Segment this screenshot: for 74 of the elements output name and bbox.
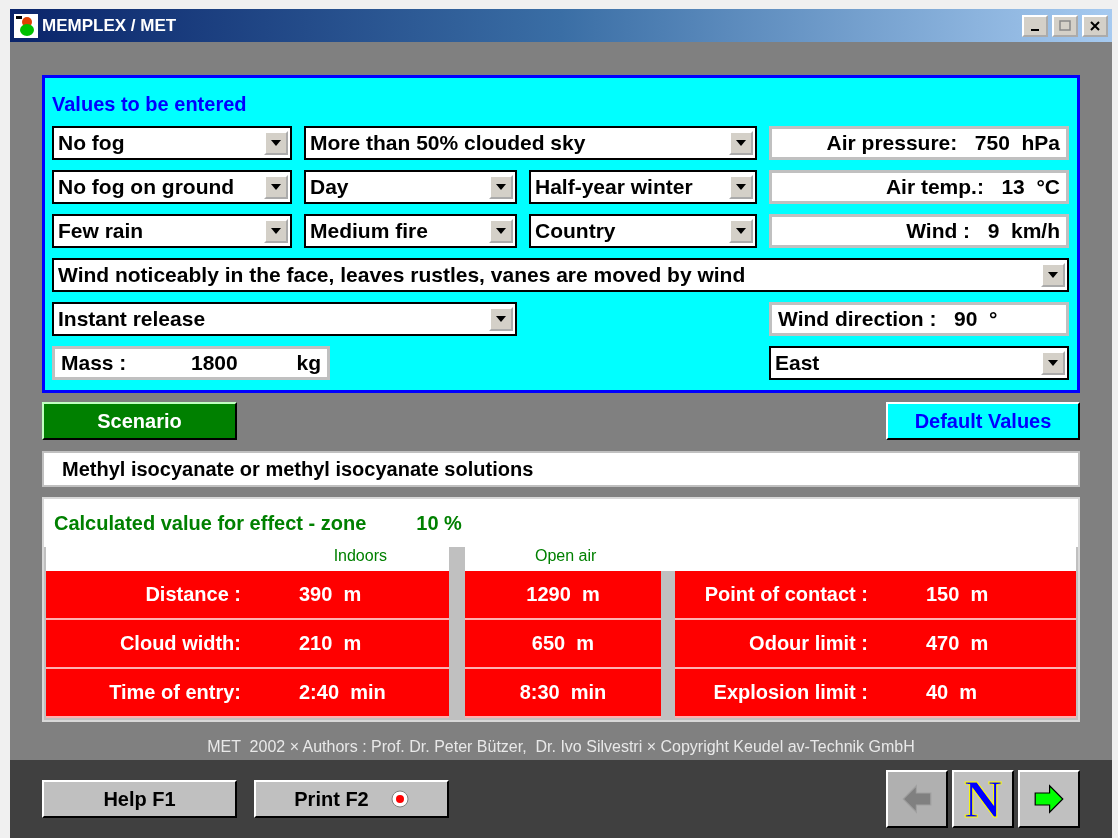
next-button[interactable] — [1018, 770, 1080, 828]
caret-icon — [736, 228, 746, 234]
dropdown[interactable]: No fog — [52, 126, 292, 160]
result-value: 650 m — [465, 620, 661, 669]
dropdown-button[interactable] — [264, 219, 288, 243]
result-label: Distance : — [144, 583, 242, 606]
dropdown-button[interactable] — [264, 131, 288, 155]
close-icon — [1089, 19, 1101, 32]
input-field[interactable]: Air pressure: 750 hPa — [769, 126, 1069, 160]
dropdown[interactable]: Country — [529, 214, 757, 248]
substance-name: Methyl isocyanate or methyl isocyanate solutions — [42, 451, 1080, 487]
radio-icon — [390, 790, 409, 808]
dropdown[interactable]: No fog on ground — [52, 170, 292, 204]
n-button[interactable]: N — [952, 770, 1014, 828]
result-value: 470 m — [925, 632, 990, 655]
caret-icon — [271, 228, 281, 234]
result-label: Explosion limit : — [712, 681, 869, 704]
result-label: Cloud width: — [118, 632, 242, 655]
dropdown-button[interactable] — [729, 175, 753, 199]
caret-icon — [271, 184, 281, 190]
dropdown-button[interactable] — [729, 131, 753, 155]
input-field[interactable]: Air temp.: 13 °C — [769, 170, 1069, 204]
minimize-button[interactable] — [1022, 14, 1048, 37]
column-header-text: Open air — [535, 547, 597, 566]
dropdown-button[interactable] — [1041, 263, 1065, 287]
caret-icon — [736, 140, 746, 146]
result-value: 8:30 min — [465, 669, 661, 718]
caret-icon — [1048, 360, 1058, 366]
print-button[interactable]: Print F2 — [254, 780, 449, 818]
maximize-icon — [1059, 19, 1071, 32]
result-label: Point of contact : — [703, 583, 869, 606]
dropdown[interactable]: Few rain — [52, 214, 292, 248]
window-title: MEMPLEX / MET — [42, 15, 178, 36]
result-value: 390 m — [298, 583, 363, 606]
panel-title: Values to be entered — [52, 93, 248, 116]
scenario-button[interactable]: Scenario — [42, 402, 237, 440]
help-button[interactable]: Help F1 — [42, 780, 237, 818]
caret-icon — [496, 184, 506, 190]
input-field[interactable]: Wind direction : 90 ° — [769, 302, 1069, 336]
copyright-text: MET 2002 × Authors : Prof. Dr. Peter Bützer, Dr. Ivo Silvestri × Copyright Keudel av-Technik GmbH — [206, 738, 916, 756]
result-value: 1290 m — [465, 571, 661, 620]
caret-icon — [496, 228, 506, 234]
results-title: Calculated value for effect - zone — [54, 511, 367, 535]
app-icon — [14, 13, 38, 38]
column-header-text: Indoors — [333, 547, 387, 566]
close-button[interactable] — [1082, 14, 1108, 37]
dropdown[interactable]: Medium fire — [304, 214, 517, 248]
dropdown-button[interactable] — [489, 307, 513, 331]
result-label: Time of entry: — [108, 681, 242, 704]
result-value: 150 m — [925, 583, 990, 606]
result-value: 2:40 min — [298, 681, 387, 704]
dropdown[interactable]: East — [769, 346, 1069, 380]
dropdown[interactable]: Wind noticeably in the face, leaves rustles, vanes are moved by wind — [52, 258, 1069, 292]
result-value: 40 m — [925, 681, 979, 704]
caret-icon — [736, 184, 746, 190]
caret-icon — [496, 316, 506, 322]
dropdown[interactable]: Day — [304, 170, 517, 204]
dropdown-button[interactable] — [729, 219, 753, 243]
results-value: 10 % — [416, 511, 462, 535]
dropdown-button[interactable] — [264, 175, 288, 199]
dropdown[interactable]: Instant release — [52, 302, 517, 336]
dropdown[interactable]: Half-year winter — [529, 170, 757, 204]
dropdown-button[interactable] — [489, 175, 513, 199]
caret-icon — [271, 140, 281, 146]
input-field[interactable]: Wind : 9 km/h — [769, 214, 1069, 248]
result-label: Odour limit : — [748, 632, 869, 655]
dropdown-button[interactable] — [1041, 351, 1065, 375]
default-values-button[interactable]: Default Values — [886, 402, 1080, 440]
minimize-icon — [1031, 28, 1039, 31]
dropdown-button[interactable] — [489, 219, 513, 243]
result-value: 210 m — [298, 632, 363, 655]
dropdown[interactable]: More than 50% clouded sky — [304, 126, 757, 160]
input-field[interactable]: Mass : 1800 kg — [52, 346, 330, 380]
caret-icon — [1048, 272, 1058, 278]
